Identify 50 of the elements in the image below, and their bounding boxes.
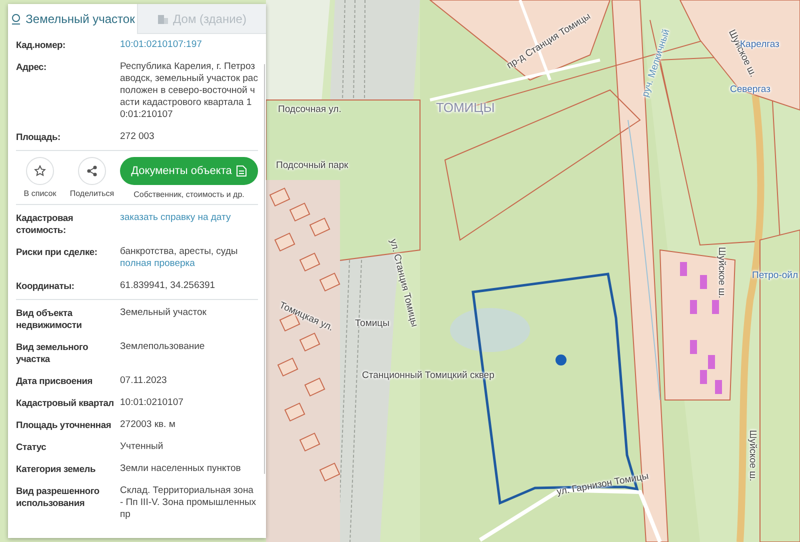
field-label: Площадь: [16,131,62,143]
location-dot [556,354,566,366]
share-icon [86,165,98,177]
field-value: Республика Карелия, г. Петрозаводск, земельный участок расположен в северо-восточной части кадастрового квартала 10:01:210107 [120,61,258,121]
field-value: 10:01:0210107 [120,397,184,409]
field-label: Кад.номер: [16,39,66,51]
field-value: 272003 кв. м [120,419,176,431]
scrollbar[interactable] [264,64,265,474]
field-label: Кадастровый квартал [16,397,115,409]
field-label: Адрес: [16,61,48,74]
building-icon [157,12,170,24]
cadastral-link[interactable]: 10:01:0210107:197 [120,39,202,50]
field-value: Земельный участок [120,307,208,320]
field-label: Координаты: [16,280,76,292]
field-label: Вид объекта недвижимости [16,307,83,331]
map-label: ул. Станция Томицы [387,238,420,328]
field-label: Риски при сделке: [16,246,98,259]
add-to-list-button[interactable]: В список [16,157,64,198]
documents-button[interactable]: Документы объекта [120,157,258,185]
map-drawing[interactable] [266,0,800,542]
map-label: Томицы [355,318,390,329]
field-label: Статус [16,441,48,453]
field-label: Дата присвоения [16,375,94,387]
field-label: Категория земель [16,463,97,475]
map-label: Шуйское ш. [716,247,727,298]
field-label: Вид земельного участка [16,341,90,365]
star-icon [34,165,46,177]
field-value: Склад. Территориальная зона - Пп III-V. Зона промышленных пр [120,485,258,521]
pin-icon [10,13,22,25]
map-label: Шуйское ш. [747,430,758,482]
field-value: банкротства, аресты, суды [120,246,239,258]
field-link[interactable]: заказать справку на дату [120,212,231,223]
map-label: Подсочная ул. [278,104,342,115]
tab[interactable]: Земельный участок [8,4,136,34]
field-value: 272 003 [120,131,156,143]
field-value: 07.11.2023 [120,375,168,387]
map-label: ТОМИЦЫ [436,100,495,115]
field-value: 61.839941, 34.256391 [120,280,216,292]
field-label: Вид разрешенного использования [16,485,100,510]
field-value: Землепользование [120,341,206,354]
documents-caption: Собственник, стоимость и др. [134,190,244,199]
field-value: Учтенный [120,441,164,453]
field-value: Земли населенных пунктов [120,463,242,475]
field-label: Кадастровая стоимость: [16,212,74,236]
document-icon [236,165,247,177]
field-link[interactable]: полная проверка [120,258,195,269]
map-label: Подсочный парк [276,160,348,171]
field-label: Площадь уточненная [16,419,112,431]
map-label: ул. Гарнизон Томицы [556,470,650,498]
share-button[interactable]: Поделиться [68,157,116,198]
